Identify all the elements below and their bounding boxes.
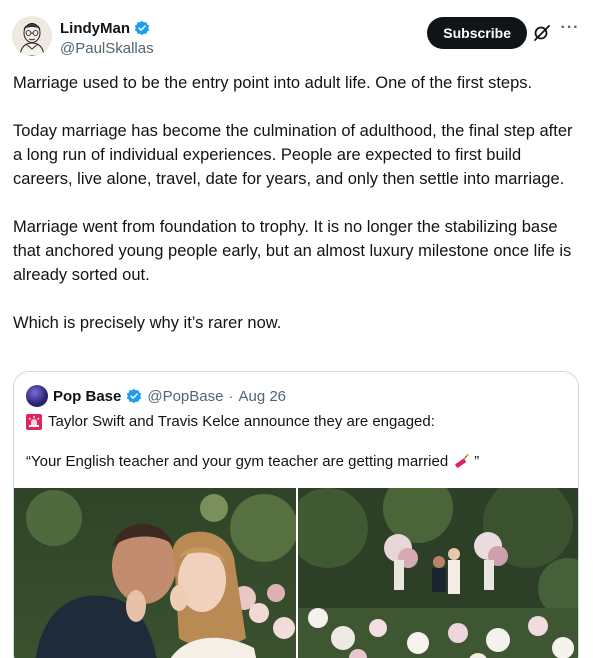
post-header: LindyMan @PaulSkallas Subscribe ···	[12, 14, 581, 58]
couple-closeup-photo[interactable]	[14, 488, 296, 658]
post-paragraph-3: Marriage went from foundation to trophy.…	[13, 218, 572, 284]
quoted-author-name[interactable]: Pop Base	[53, 388, 121, 405]
subscribe-button[interactable]: Subscribe	[427, 17, 527, 49]
post-paragraph-1: Marriage used to be the entry point into…	[13, 74, 533, 92]
verified-badge-icon[interactable]	[134, 20, 150, 36]
quoted-text-line-1: Taylor Swift and Travis Kelce announce t…	[26, 412, 435, 432]
post-paragraph-2: Today marriage has become the culminatio…	[13, 122, 573, 188]
quoted-media[interactable]	[14, 488, 578, 658]
siren-icon	[26, 414, 42, 430]
quoted-text-quote-end: ”	[474, 453, 480, 470]
quoted-post-header: Pop Base @PopBase · Aug 26	[26, 384, 286, 408]
quoted-text-line-2: “Your English teacher and your gym teach…	[26, 452, 479, 472]
quoted-text-announcement: Taylor Swift and Travis Kelce announce t…	[48, 413, 435, 430]
firecracker-icon	[452, 453, 470, 471]
garden-proposal-photo[interactable]	[298, 488, 578, 658]
separator-dot: ·	[228, 387, 234, 405]
quoted-post[interactable]: Pop Base @PopBase · Aug 26 Taylor Swift …	[13, 371, 579, 658]
post-paragraph-4: Which is precisely why it’s rarer now.	[13, 314, 282, 332]
author-handle[interactable]: @PaulSkallas	[60, 40, 154, 57]
grok-icon[interactable]	[533, 24, 551, 42]
quoted-text-quote: “Your English teacher and your gym teach…	[26, 453, 449, 470]
quoted-post-date[interactable]: Aug 26	[238, 388, 286, 405]
author-name-row: LindyMan	[60, 18, 154, 38]
quoted-author-avatar[interactable]	[26, 385, 48, 407]
post-text: Marriage used to be the entry point into…	[13, 71, 578, 335]
author-info: LindyMan @PaulSkallas	[60, 18, 154, 58]
quoted-author-handle[interactable]: @PopBase	[147, 388, 223, 405]
verified-badge-icon	[126, 388, 142, 404]
more-options-icon[interactable]: ···	[559, 20, 581, 42]
author-avatar[interactable]	[12, 16, 52, 56]
author-name[interactable]: LindyMan	[60, 20, 130, 37]
